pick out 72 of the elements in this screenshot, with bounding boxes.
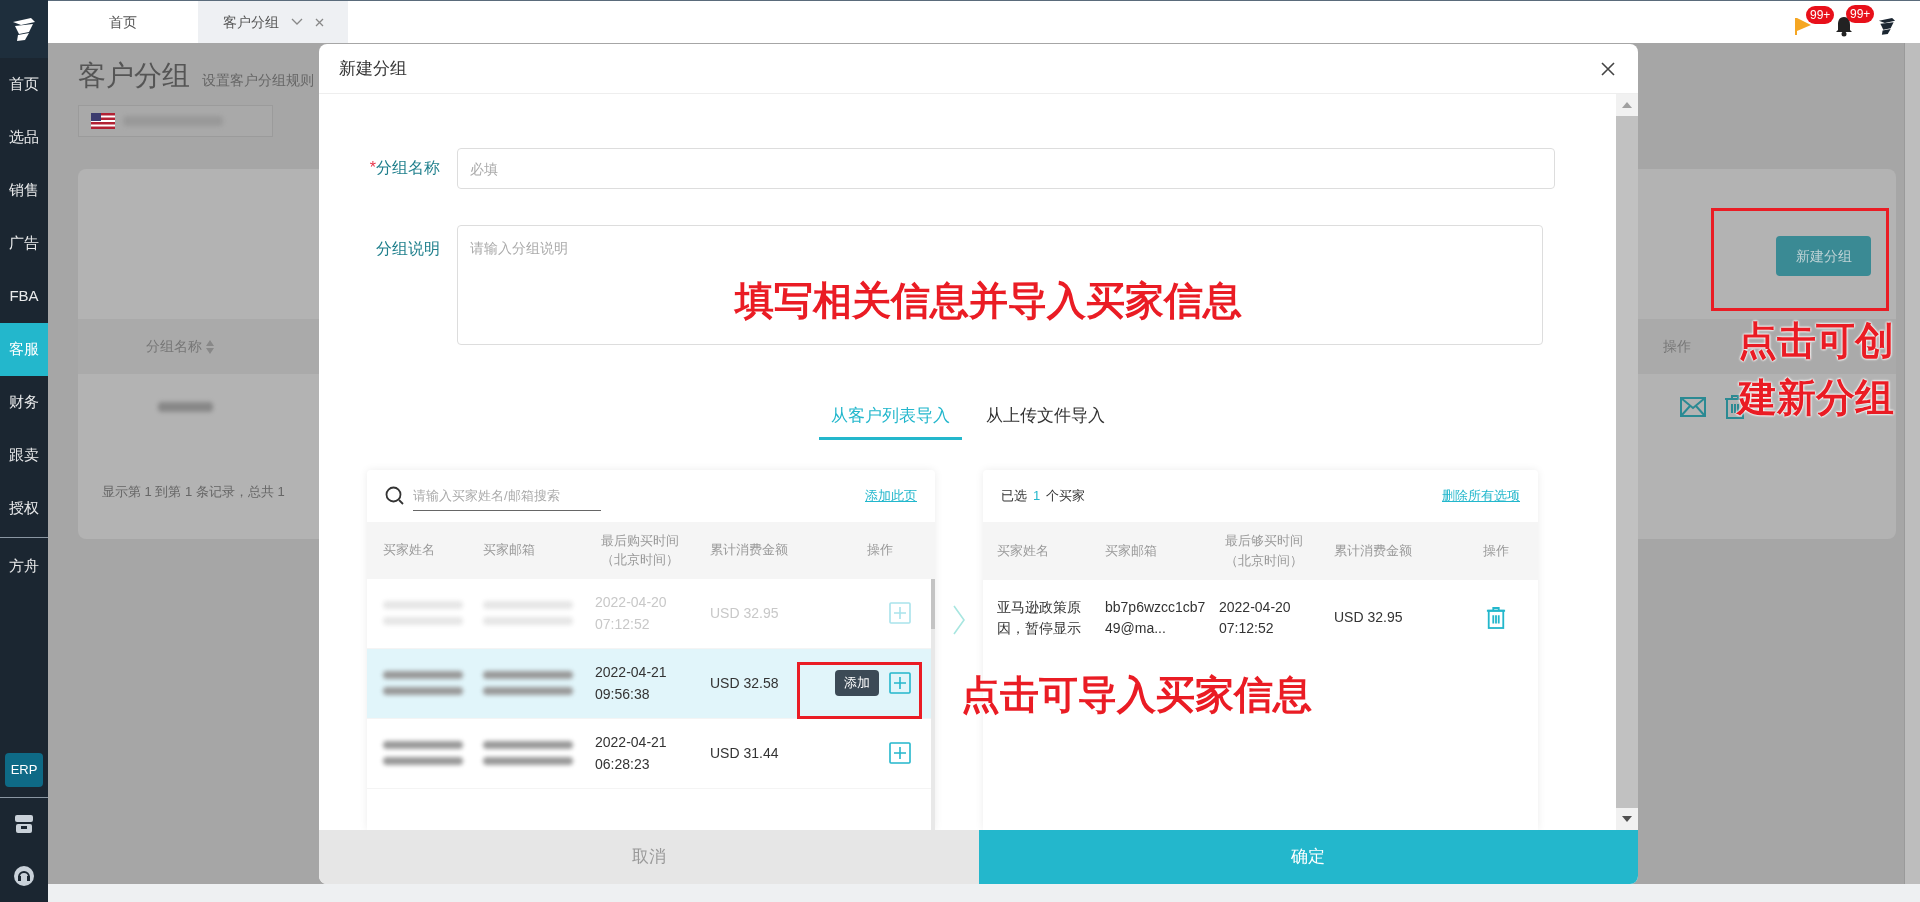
column-header: 买家邮箱 [1105, 541, 1158, 560]
sidebar-item[interactable]: 销售 [0, 164, 48, 217]
notification-badge: 99+ [1806, 6, 1835, 24]
annotation-text: 点击可创 [1738, 318, 1894, 364]
annotation-text: 点击可导入买家信息 [961, 672, 1312, 718]
column-header: 买家姓名 [997, 541, 1050, 560]
delete-button[interactable] [1486, 605, 1506, 630]
chevron-down-icon [290, 18, 303, 26]
column-header: 累计消费金额 [710, 541, 789, 560]
column-header: 最后购买时间（北京时间） [600, 531, 680, 569]
selected-count: 1 [1033, 486, 1041, 505]
scroll-up-icon [1622, 102, 1632, 108]
field-label: 分组名称 [376, 158, 440, 178]
table-cell: USD 32.95 [1334, 609, 1403, 625]
column-header: 买家邮箱 [483, 541, 536, 560]
chevron-right-icon [952, 604, 966, 635]
selected-count-label: 个买家 [1046, 486, 1086, 505]
selected-count-label: 已选 [1001, 486, 1027, 505]
sidebar-item[interactable]: FBA [0, 270, 48, 323]
table-cell: 2022-04-21 06:28:23 [595, 734, 667, 772]
table-cell: 2022-04-21 09:56:38 [595, 664, 667, 702]
sort-icon [206, 339, 214, 354]
page-title: 客户分组 [78, 59, 190, 93]
page-subtitle: 设置客户分组规则 [202, 71, 314, 90]
annotation-text: 建新分组 [1738, 375, 1894, 421]
column-header: 买家姓名 [383, 541, 436, 560]
table-cell: 亚马逊政策原因，暂停显示 [997, 598, 1081, 636]
annotation-text: 填写相关信息并导入买家信息 [735, 278, 1242, 324]
add-button[interactable] [889, 672, 911, 694]
column-header: 操作 [866, 541, 894, 560]
add-button [889, 602, 911, 624]
table-cell: 2022-04-20 07:12:52 [1219, 598, 1291, 636]
account-dropdown[interactable] [78, 105, 273, 137]
search-icon [385, 485, 405, 506]
column-header: 最后够买时间（北京时间） [1224, 532, 1304, 570]
sidebar-item[interactable]: 广告 [0, 217, 48, 270]
close-icon [1601, 61, 1615, 76]
required-mark: * [369, 158, 376, 178]
table-cell: USD 31.44 [710, 744, 779, 761]
page-tab[interactable]: 客户分组 [198, 1, 348, 43]
field-label: 分组说明 [376, 239, 440, 259]
erp-button[interactable]: ERP [5, 753, 43, 787]
record-summary: 显示第 1 到第 1 条记录，总共 1 [102, 484, 285, 499]
sidebar-item[interactable]: 首页 [0, 58, 48, 111]
mail-icon [1680, 396, 1706, 417]
close-icon[interactable] [314, 17, 324, 27]
dialog-title: 新建分组 [339, 57, 407, 80]
sidebar-item[interactable]: 授权 [0, 482, 48, 535]
scroll-down-icon [1622, 816, 1632, 822]
add-button[interactable] [889, 742, 911, 764]
tooltip: 添加 [835, 670, 879, 696]
buyer-row[interactable]: 2022-04-21 09:56:38 USD 32.58 添加 [367, 648, 931, 719]
headset-icon [13, 865, 35, 887]
column-header: 累计消费金额 [1334, 541, 1413, 560]
blurred-text [158, 401, 213, 412]
search-field[interactable]: 请输入买家姓名/邮箱搜索 [413, 480, 601, 511]
sidebar-item[interactable]: 跟卖 [0, 429, 48, 482]
tab-label[interactable]: 首页 [109, 11, 137, 33]
flag-icon [1794, 16, 1812, 36]
sidebar-item[interactable]: 财务 [0, 376, 48, 429]
column-header: 操作 [1482, 541, 1510, 560]
sidebar-item[interactable]: 方舟 [0, 540, 48, 593]
sidebar-item[interactable]: 选品 [0, 111, 48, 164]
table-cell: bb7p6wzcc1cb749@ma... [1105, 598, 1206, 636]
store-icon [13, 814, 35, 834]
us-flag-icon [91, 113, 115, 129]
tab-label[interactable]: 客户分组 [222, 11, 279, 33]
buyer-row[interactable]: 2022-04-21 06:28:23 USD 31.44 [367, 718, 931, 789]
notification-badge: 99+ [1846, 5, 1875, 23]
table-cell: USD 32.58 [710, 674, 779, 691]
import-tab[interactable]: 从上传文件导入 [973, 403, 1117, 440]
name-field[interactable]: 必填 [457, 148, 1555, 189]
